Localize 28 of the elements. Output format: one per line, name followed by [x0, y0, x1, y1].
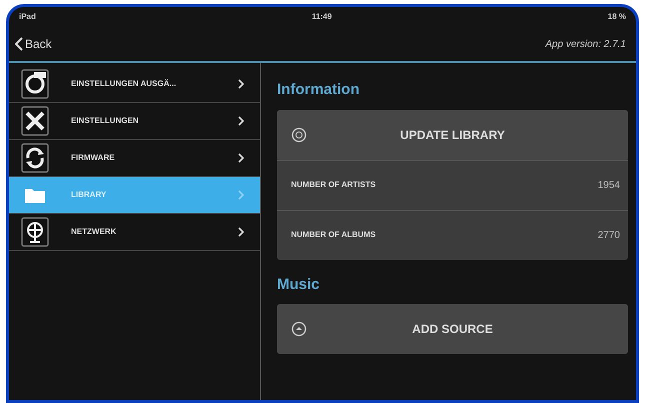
sidebar-item[interactable]: NETZWERK: [9, 214, 260, 251]
chevron-icon: [238, 227, 244, 237]
stat-label: NUMBER OF ARTISTS: [291, 179, 376, 191]
section-title: Information: [277, 80, 360, 100]
chevron-icon: [238, 190, 244, 200]
chevron-icon: [238, 116, 244, 126]
chevron-icon: [238, 79, 244, 89]
globe-icon: [21, 217, 49, 247]
sidebar-item[interactable]: EINSTELLUNGEN: [9, 103, 260, 140]
back-button[interactable]: Back: [15, 35, 52, 53]
sync-icon: [21, 143, 49, 173]
back-chevron-icon: [15, 37, 23, 51]
tools-icon: [21, 106, 49, 136]
battery-level: 18 %: [608, 11, 626, 23]
device-name: iPad: [19, 11, 36, 23]
stat-value: 2770: [598, 228, 620, 242]
sidebar-item[interactable]: EINSTELLUNGEN AUSGÄ...: [9, 66, 260, 103]
action-button[interactable]: UPDATE LIBRARY: [277, 110, 628, 160]
chevron-icon: [238, 153, 244, 163]
stat-value: 1954: [598, 178, 620, 192]
section-title: Music: [277, 274, 321, 294]
action-button[interactable]: ADD SOURCE: [277, 304, 628, 354]
stat-label: NUMBER OF ALBUMS: [291, 229, 376, 241]
add-icon: [291, 321, 307, 337]
app-version: App version: 2.7.1: [545, 38, 626, 52]
power-icon: [21, 69, 49, 99]
refresh-icon: [291, 126, 307, 142]
clock-time: 11:49: [312, 11, 332, 23]
